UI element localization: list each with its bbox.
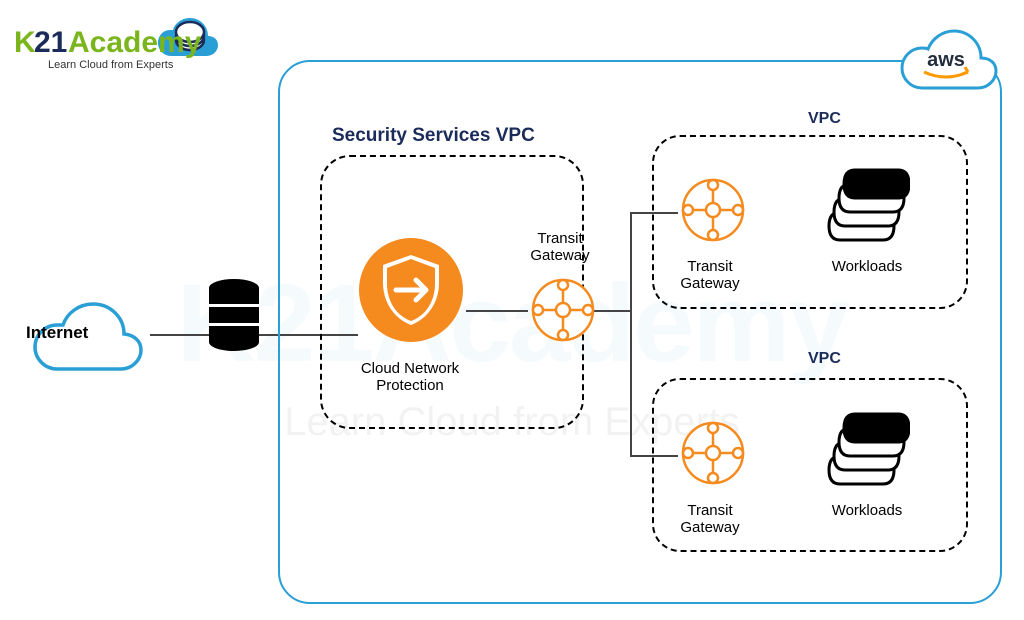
logo-academy: Academy [68, 26, 202, 59]
shield-icon [356, 235, 466, 345]
workloads-label: Workloads [822, 258, 912, 275]
database-icon [207, 278, 261, 354]
transit-gateway-label: Transit Gateway [520, 230, 600, 265]
vpc-label-1: VPC [808, 110, 841, 128]
aws-cloud-icon: aws [886, 22, 1006, 100]
security-vpc-title: Security Services VPC [332, 125, 535, 147]
internet-label: Internet [26, 323, 88, 343]
k21academy-logo: K 21 Academy Learn Cloud from Experts [14, 8, 224, 68]
workloads-icon [820, 160, 910, 250]
connector-line [150, 334, 210, 336]
transit-gateway-label: Transit Gateway [670, 502, 750, 537]
transit-gateway-label: Transit Gateway [670, 258, 750, 293]
aws-label: aws [927, 49, 965, 71]
transit-gateway-icon [678, 175, 748, 245]
transit-gateway-icon [678, 418, 748, 488]
transit-gateway-icon [528, 275, 598, 345]
logo-k: K [14, 26, 36, 59]
logo-21: 21 [34, 26, 67, 59]
logo-tagline: Learn Cloud from Experts [48, 59, 174, 71]
workloads-label: Workloads [822, 502, 912, 519]
vpc-label-2: VPC [808, 350, 841, 368]
cloud-network-protection-label: Cloud Network Protection [345, 360, 475, 395]
workloads-icon [820, 404, 910, 494]
